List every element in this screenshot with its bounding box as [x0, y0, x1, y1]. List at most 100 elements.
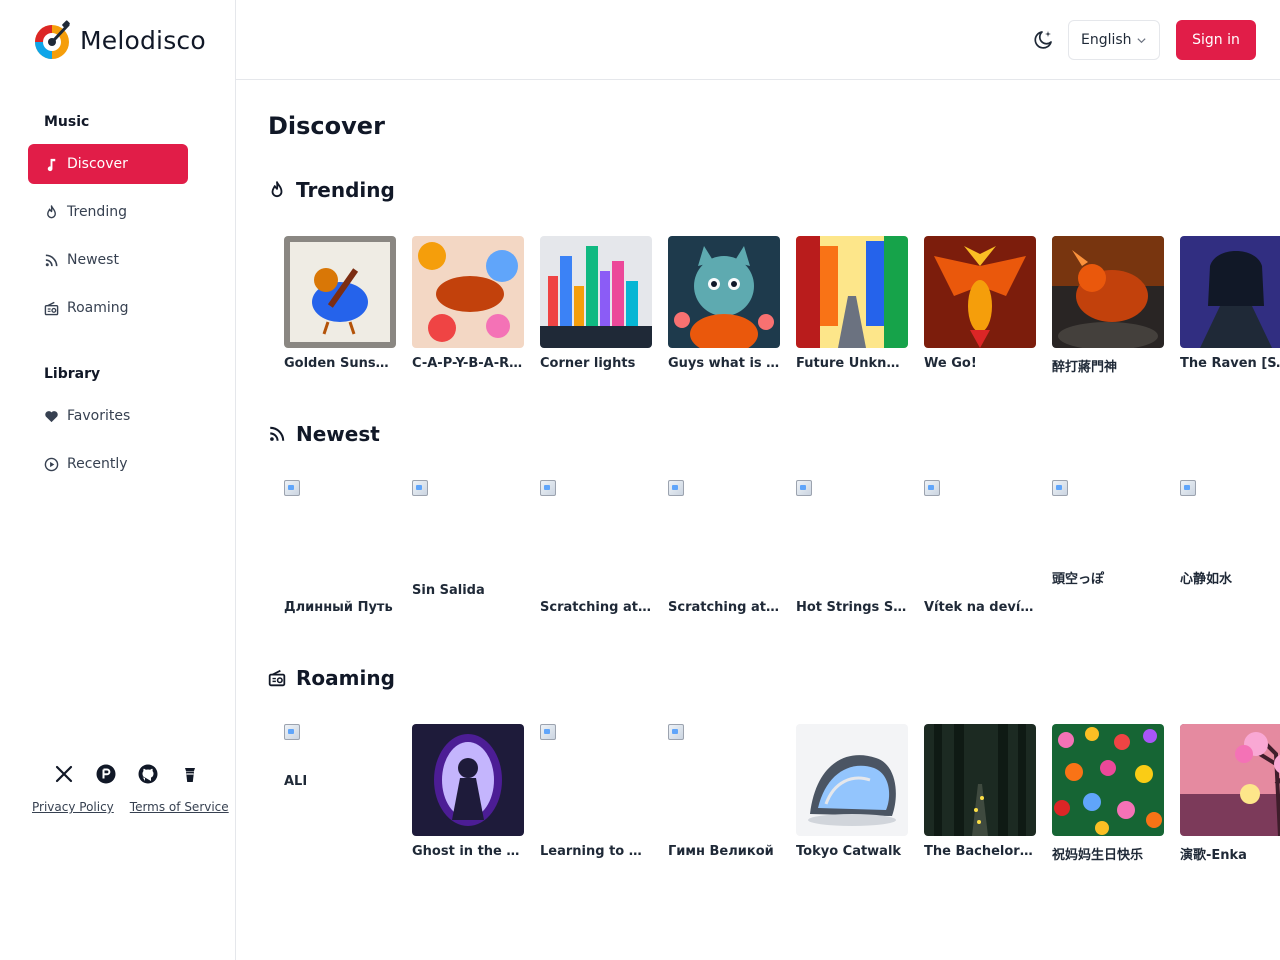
broken-image-icon [1052, 480, 1068, 496]
album-cover [796, 724, 908, 836]
sidebar-item-label: Roaming [67, 300, 129, 316]
sidebar-item-trending[interactable]: Trending [28, 192, 188, 232]
song-card[interactable]: 祝妈妈生日快乐 [1052, 724, 1164, 863]
song-title: Sin Salida [412, 583, 485, 598]
song-title: 心静如水 [1180, 572, 1233, 587]
song-card[interactable]: Vítek na devítce [924, 480, 1036, 615]
album-cover [924, 724, 1036, 836]
song-title: Scratching at the door [668, 600, 780, 615]
song-title: Гимн Великой [668, 844, 774, 859]
melodisco-logo-icon [35, 20, 70, 59]
newest-section-header: Newest [268, 422, 380, 446]
sidebar-item-newest[interactable]: Newest [28, 240, 188, 280]
section-title: Trending [296, 178, 395, 202]
library-section-title: Library [44, 366, 101, 382]
sidebar-item-discover[interactable]: Discover [28, 144, 188, 184]
flame-icon [271, 181, 283, 198]
song-card[interactable]: 心静如水 [1180, 480, 1280, 615]
main-content: Discover Trending Golden Sunshine C-A-P-… [236, 80, 1280, 960]
song-title: Tokyo Catwalk [796, 844, 902, 859]
trending-row: Golden Sunshine C-A-P-Y-B-A-R-A Corner l… [284, 236, 1280, 375]
album-cover [540, 236, 652, 348]
section-title: Roaming [296, 666, 395, 690]
song-card[interactable]: 頭空っぽ [1052, 480, 1164, 615]
library-nav: Library Favorites Recently [28, 364, 188, 484]
brand[interactable]: Melodisco [32, 20, 206, 60]
sign-in-button[interactable]: Sign in [1176, 20, 1256, 60]
song-title: Vítek na devítce [924, 600, 1036, 615]
song-card[interactable]: Scratching at the door [540, 480, 652, 615]
producthunt-icon[interactable] [94, 762, 118, 786]
album-cover [412, 724, 524, 836]
song-card[interactable]: Hot Strings Session [796, 480, 908, 615]
sidebar-item-favorites[interactable]: Favorites [28, 396, 188, 436]
terms-of-service-link[interactable]: Terms of Service [130, 800, 229, 814]
album-cover [284, 236, 396, 348]
song-title: The Bachelor Song [924, 844, 1036, 859]
social-links [52, 762, 202, 786]
song-title: Scratching at the door [540, 600, 652, 615]
flame-icon [47, 204, 56, 218]
song-title: Ghost in the Mirror [412, 844, 524, 859]
album-cover [1052, 724, 1164, 836]
rss-icon [270, 426, 285, 441]
broken-image-icon [1180, 480, 1196, 496]
album-cover [668, 236, 780, 348]
album-cover [1180, 236, 1280, 348]
broken-image-icon [540, 724, 556, 740]
section-title: Newest [296, 422, 380, 446]
song-card[interactable]: ALI [284, 724, 396, 863]
sidebar-item-label: Newest [67, 252, 119, 268]
sidebar-item-label: Favorites [67, 408, 131, 424]
brand-name: Melodisco [80, 25, 206, 55]
broken-image-icon [412, 480, 428, 496]
song-title: 頭空っぽ [1052, 572, 1105, 587]
x-icon[interactable] [52, 762, 76, 786]
roaming-section-header: Roaming [268, 666, 395, 690]
github-icon[interactable] [136, 762, 160, 786]
song-card[interactable]: Ghost in the Mirror [412, 724, 524, 863]
song-title: 醉打蔣門神 [1052, 360, 1118, 375]
song-title: We Go! [924, 356, 977, 371]
song-card[interactable]: Golden Sunshine [284, 236, 396, 375]
song-card[interactable]: Future Unknown [796, 236, 908, 375]
song-card[interactable]: The Bachelor Song [924, 724, 1036, 863]
song-card[interactable]: Длинный Путь [284, 480, 396, 615]
song-card[interactable]: We Go! [924, 236, 1036, 375]
broken-image-icon [668, 724, 684, 740]
song-title: 演歌-Enka [1180, 848, 1247, 863]
song-title: Длинный Путь [284, 600, 393, 615]
song-card[interactable]: C-A-P-Y-B-A-R-A [412, 236, 524, 375]
song-card[interactable]: Scratching at the door [668, 480, 780, 615]
moon-sparkle-icon [1034, 31, 1052, 49]
sidebar-item-label: Trending [67, 204, 127, 220]
play-circle-icon [44, 457, 59, 471]
rss-icon [45, 254, 58, 266]
song-title: Corner lights [540, 356, 636, 371]
language-select[interactable]: English [1068, 20, 1160, 60]
song-card[interactable]: Guys what is happening [668, 236, 780, 375]
sidebar-item-roaming[interactable]: Roaming [28, 288, 188, 328]
sidebar-item-recently[interactable]: Recently [28, 444, 188, 484]
song-card[interactable]: Sin Salida [412, 480, 524, 615]
music-nav: Music Discover Trending Newest Roaming [28, 112, 188, 328]
privacy-policy-link[interactable]: Privacy Policy [32, 800, 114, 814]
music-section-title: Music [44, 114, 90, 130]
song-card[interactable]: Corner lights [540, 236, 652, 375]
song-card[interactable]: 演歌-Enka [1180, 724, 1280, 863]
broken-image-icon [540, 480, 556, 496]
album-cover [1052, 236, 1164, 348]
song-card[interactable]: 醉打蔣門神 [1052, 236, 1164, 375]
song-card[interactable]: Tokyo Catwalk [796, 724, 908, 863]
song-title: The Raven [SSL] [1180, 356, 1280, 371]
song-card[interactable]: The Raven [SSL] [1180, 236, 1280, 375]
song-card[interactable]: Learning to Grow [540, 724, 652, 863]
radio-icon [268, 669, 286, 687]
broken-image-icon [796, 480, 812, 496]
music-note-icon [47, 158, 56, 171]
theme-toggle-button[interactable] [1030, 26, 1056, 54]
broken-image-icon [284, 480, 300, 496]
song-card[interactable]: Гимн Великой [668, 724, 780, 863]
roaming-row: ALI Ghost in the Mirror Learning to Grow… [284, 724, 1280, 863]
coffee-icon[interactable] [178, 762, 202, 786]
